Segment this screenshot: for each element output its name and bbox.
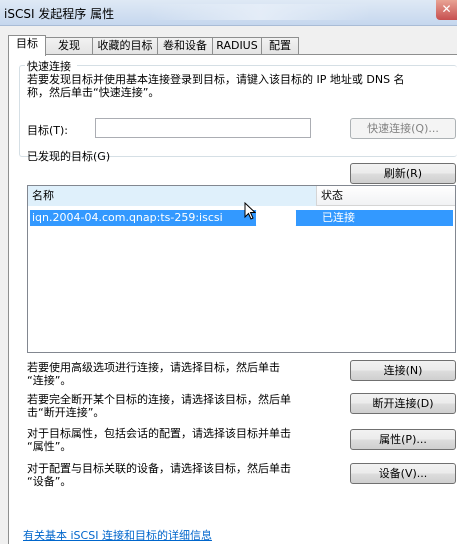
window-title: iSCSI 发起程序 属性 (4, 7, 115, 21)
devices-description-line2: “设备”。 (27, 475, 72, 488)
targets-list[interactable]: 名称 状态 iqn.2004-04.com.qnap:ts-259:iscsi … (27, 185, 456, 353)
disconnect-button[interactable]: 断开连接(D) (350, 393, 456, 414)
title-bar[interactable]: iSCSI 发起程序 属性 ✕ (0, 0, 457, 26)
redaction-mark (256, 209, 296, 227)
discovered-targets-heading: 已发现的目标(G) (27, 150, 111, 163)
connect-description-line2: “连接”。 (27, 374, 72, 387)
tab-targets[interactable]: 目标 (8, 35, 46, 56)
quick-connect-description-line1: 若要发现目标并使用基本连接登录到目标，请键入该目标的 IP 地址或 DNS 名 (27, 73, 405, 86)
tab-label: 卷和设备 (163, 39, 207, 52)
connect-button[interactable]: 连接(N) (350, 360, 456, 381)
table-row[interactable]: iqn.2004-04.com.qnap:ts-259:iscsi 已连接 (30, 210, 453, 226)
properties-description-line1: 对于目标属性，包括会话的配置，请选择该目标并单击 (27, 427, 291, 440)
title-bar-blur (150, 4, 370, 20)
refresh-button[interactable]: 刷新(R) (350, 163, 456, 184)
devices-description-line1: 对于配置与目标关联的设备，请选择该目标，然后单击 (27, 462, 291, 475)
column-header-name[interactable]: 名称 (28, 186, 317, 206)
disconnect-description-line1: 若要完全断开某个目标的连接，请选择该目标，然后单 (27, 393, 291, 406)
targets-list-header: 名称 状态 (28, 186, 455, 206)
devices-button[interactable]: 设备(V)... (350, 463, 456, 484)
tab-panel: 快速连接 快速连接 若要发现目标并使用基本连接登录到目标，请键入该目标的 IP … (8, 54, 457, 544)
tab-label: RADIUS (216, 39, 258, 52)
properties-description-line2: “属性”。 (27, 440, 72, 453)
quick-connect-button[interactable]: 快速连接(Q)... (350, 118, 456, 139)
tab-discovery[interactable]: 发现 (45, 37, 93, 55)
close-button[interactable]: ✕ (436, 0, 457, 20)
disconnect-description-line2: 击“断开连接”。 (27, 406, 105, 419)
connect-description-line1: 若要使用高级选项进行连接，请选择目标，然后单击 (27, 361, 280, 374)
properties-button[interactable]: 属性(P)... (350, 429, 456, 450)
target-input[interactable] (95, 118, 311, 138)
column-header-status[interactable]: 状态 (317, 186, 455, 206)
tab-volumes-devices[interactable]: 卷和设备 (157, 37, 213, 55)
tab-configuration[interactable]: 配置 (261, 37, 299, 55)
target-status-cell: 已连接 (322, 211, 355, 224)
details-link[interactable]: 有关基本 iSCSI 连接和目标的详细信息 (23, 527, 212, 543)
quick-connect-description-line2: 称，然后单击“快速连接”。 (27, 86, 160, 99)
tab-favorite-targets[interactable]: 收藏的目标 (92, 37, 158, 55)
tab-label: 发现 (58, 39, 80, 52)
tab-label: 目标 (16, 37, 38, 50)
close-icon: ✕ (441, 2, 452, 16)
tab-label: 配置 (269, 39, 291, 52)
tab-label: 收藏的目标 (97, 39, 153, 52)
quick-connect-heading-text: 快速连接 (27, 60, 71, 73)
mouse-cursor-icon (244, 201, 257, 223)
tab-radius[interactable]: RADIUS (212, 37, 262, 55)
target-label: 目标(T): (27, 124, 69, 137)
